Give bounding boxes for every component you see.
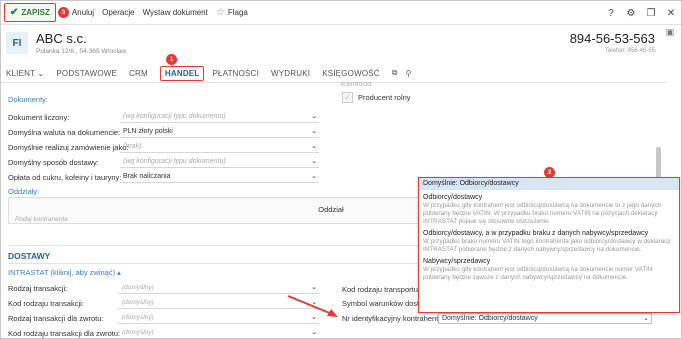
chevron-down-icon: ⌄ <box>311 284 317 291</box>
producent-label: Producent rolny <box>358 93 411 102</box>
row-label: Kod rodzaju transakcji: <box>8 299 84 308</box>
issue-document-button[interactable]: Wystaw dokument <box>143 8 208 17</box>
chevron-down-icon: ⌄ <box>643 315 649 322</box>
annotation-arrow <box>287 295 338 317</box>
app-window: ✔ ZAPISZ 3 Anuluj Operacje Wystaw dokume… <box>0 0 682 339</box>
row-label: Domyślnie realizuj zamówienie jako: <box>8 143 129 152</box>
operations-label: Operacje <box>102 8 135 17</box>
document-counted-select[interactable]: (wg konfiguracji typu dokumentu) ⌄ <box>120 111 319 123</box>
phone-number: 894-56-53-563 <box>569 31 655 46</box>
issue-document-label: Wystaw dokument <box>142 8 208 17</box>
branch-input[interactable]: Podaj kontrahenta <box>15 216 68 223</box>
option-title: Odbiorcy/dostawcy <box>423 194 483 201</box>
select-value: Domyślnie: Odbiorcy/dostawcy <box>442 315 538 322</box>
tab-klient[interactable]: KLIENT ⌄ <box>6 69 44 78</box>
option-desc: W przypadku gdy kontrahent jest odbiorcą… <box>423 266 653 281</box>
select-value: (wg konfiguracji typu dokumentu) <box>123 158 226 165</box>
chevron-down-icon: ⌄ <box>311 143 317 150</box>
window-controls: ? ⚙ ❐ ✕ <box>601 1 681 25</box>
avatar: FI <box>6 32 28 54</box>
company-name: ABC s.c. <box>36 31 87 46</box>
gear-icon[interactable]: ⚙ <box>621 8 641 19</box>
tab-podstawowe[interactable]: PODSTAWOWE <box>56 69 117 78</box>
deliveries-heading: DOSTAWY <box>8 251 51 261</box>
chevron-down-icon: ⌄ <box>311 173 317 180</box>
option-title: Odbiorcy/dostawcy, a w przypadku braku z… <box>423 230 649 237</box>
select-value: (domyślny) <box>122 284 154 291</box>
delivery-method-select[interactable]: (wg konfiguracji typu dokumentu) ⌄ <box>120 156 319 168</box>
intrastat-toggle[interactable]: INTRASTAT (kliknij, aby zwinąć) ▴ <box>8 268 121 277</box>
dropdown-option[interactable]: Odbiorcy/dostawcy W przypadku gdy kontra… <box>419 190 679 226</box>
cancel-label: Anuluj <box>71 8 95 17</box>
select-value: PLN złoty polski <box>123 128 173 135</box>
option-title: Nabywcy/sprzedawcy <box>423 258 491 265</box>
row-label: Symbol warunków dostaw <box>342 299 429 308</box>
row-label: Rodzaj transakcji dla zwrotu: <box>8 314 104 323</box>
save-button[interactable]: ✔ ZAPISZ <box>4 3 56 22</box>
chevron-down-icon: ⌄ <box>311 113 317 120</box>
flag-button[interactable]: ☆ Flaga <box>216 7 248 18</box>
row-label: Kod rodzaju transakcji dla zwrotu: <box>8 329 121 338</box>
row-label: Kod rodzaju transportu: <box>342 285 420 294</box>
window-restore-icon[interactable]: ❐ <box>641 8 661 19</box>
chevron-down-icon: ⌄ <box>311 128 317 135</box>
step-badge-1: 1 <box>166 54 177 65</box>
row-label: Dokument liczony: <box>8 113 70 122</box>
select-value: (domyślny) <box>122 314 154 321</box>
dropdown-option[interactable]: Odbiorcy/dostawcy, a w przypadku braku z… <box>419 226 679 254</box>
currency-select[interactable]: PLN złoty polski ⌄ <box>120 126 319 138</box>
select-value: (wg konfiguracji typu dokumentu) <box>123 113 226 120</box>
tab-wydruki[interactable]: WYDRUKI <box>271 69 310 78</box>
row-label: Opłata od cukru, kofeiny i tauryny: <box>8 173 122 182</box>
tab-handel[interactable]: HANDEL <box>159 65 205 81</box>
operations-button[interactable]: Operacje <box>102 8 134 17</box>
option-desc: W przypadku gdy kontrahent jest odbiorcą… <box>423 202 662 225</box>
tab-bar: KLIENT ⌄ PODSTAWOWE CRM HANDEL PŁATNOŚCI… <box>6 65 424 81</box>
section-hint: KONTROCIO. <box>341 82 373 88</box>
link-icon[interactable]: ⧉ <box>392 68 398 78</box>
select-value: (domyślny) <box>122 299 154 306</box>
tab-ksiegowosc[interactable]: KSIĘGOWOŚĆ <box>322 69 380 78</box>
chevron-down-icon: ⌄ <box>311 158 317 165</box>
row-label: Domyślny sposób dostawy: <box>8 158 99 167</box>
chevron-down-icon: ⌄ <box>311 329 317 336</box>
step-badge-3: 3 <box>57 7 69 18</box>
tabs-divider <box>1 82 667 83</box>
documents-section-label: Dokumenty: <box>8 95 49 104</box>
producent-checkbox[interactable]: ✓ <box>342 92 353 103</box>
toolbar: ✔ ZAPISZ 3 Anuluj Operacje Wystaw dokume… <box>1 1 681 25</box>
check-icon: ✔ <box>10 6 19 18</box>
chat-icon[interactable]: ▣ <box>662 27 678 43</box>
select-value: (domyślny) <box>122 329 154 336</box>
attachment-icon[interactable]: ⚲ <box>406 69 412 78</box>
cancel-button[interactable]: Anuluj <box>72 8 94 17</box>
branches-section-label: Oddziały: <box>8 187 40 196</box>
return-transaction-code-select[interactable]: (domyślny) ⌄ <box>118 328 319 338</box>
row-label: Domyślna waluta na dokumencie: <box>8 128 121 137</box>
row-label: Rodzaj transakcji: <box>8 284 68 293</box>
nr-identification-select[interactable]: Domyślnie: Odbiorcy/dostawcy ⌄ <box>438 313 652 324</box>
company-address: Polanka 12/6 , 54-365 Wrocław <box>36 48 127 55</box>
tab-crm[interactable]: CRM <box>129 69 148 78</box>
close-icon[interactable]: ✕ <box>661 8 681 19</box>
select-value: (brak) <box>123 143 142 150</box>
nr-identification-dropdown: Domyślnie: Odbiorcy/dostawcy Odbiorcy/do… <box>418 177 680 313</box>
dropdown-option-default[interactable]: Domyślnie: Odbiorcy/dostawcy <box>419 178 679 190</box>
option-desc: W przypadku braku numeru VATIN tego kont… <box>423 238 671 253</box>
order-fulfillment-select[interactable]: (brak) ⌄ <box>120 141 319 153</box>
star-icon: ☆ <box>215 7 225 18</box>
save-label: ZAPISZ <box>21 8 50 17</box>
dropdown-option[interactable]: Nabywcy/sprzedawcy W przypadku gdy kontr… <box>419 254 679 282</box>
sugar-fee-select[interactable]: Brak naliczania ⌄ <box>120 171 319 183</box>
phone-label: Telefon: 456-46-55 <box>604 48 655 54</box>
help-icon[interactable]: ? <box>601 8 621 19</box>
flag-label: Flaga <box>227 8 248 17</box>
tab-platnosci[interactable]: PŁATNOŚCI <box>212 69 259 78</box>
nr-label: Nr identyfikacyjny kontrahenta: <box>342 314 445 323</box>
transaction-type-select[interactable]: (domyślny) ⌄ <box>118 283 319 294</box>
select-value: Brak naliczania <box>123 173 171 180</box>
